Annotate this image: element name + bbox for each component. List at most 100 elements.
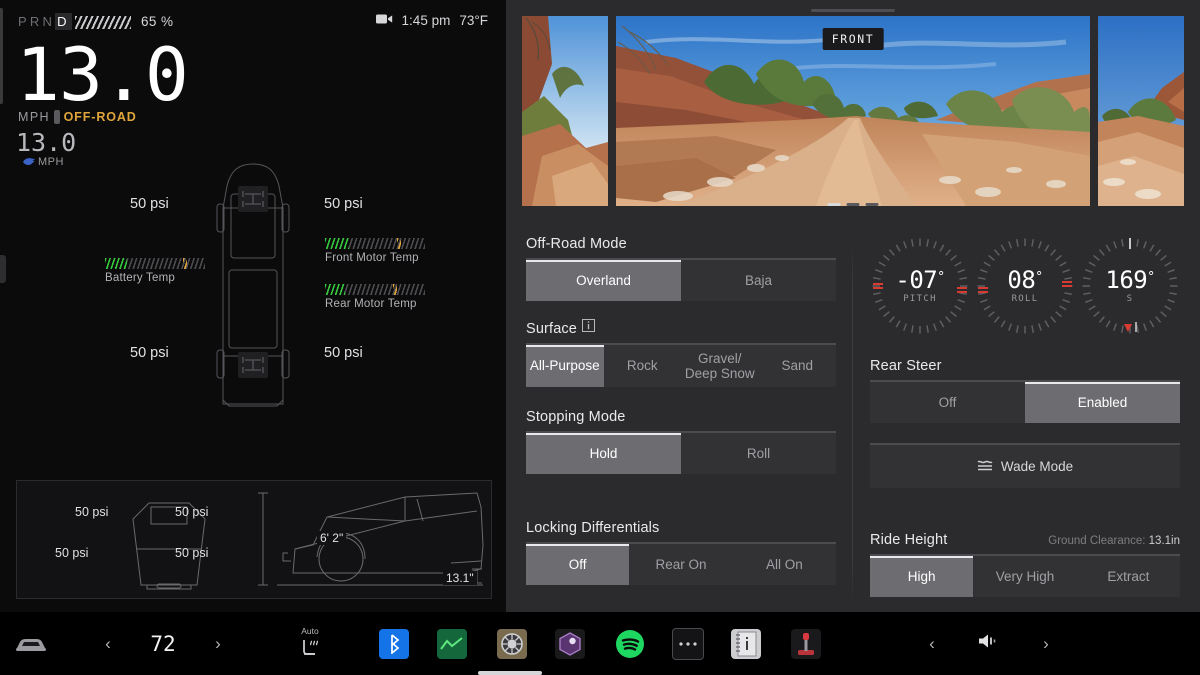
spotify-app-icon[interactable] — [606, 612, 654, 675]
chevron-left-icon: ‹ — [105, 633, 111, 653]
speed-readout: 13.0 — [16, 33, 189, 118]
offroad-mode-option-overland[interactable]: Overland — [526, 260, 681, 301]
ride-height-header: Ride Height Ground Clearance: 13.1in — [870, 532, 1180, 548]
cabin-temp-value[interactable]: 72 — [130, 612, 196, 675]
right-camera-thumbnail[interactable] — [1098, 16, 1184, 206]
camera-view-label: FRONT — [822, 28, 884, 50]
vehicle-height-label: 6' 2" — [317, 531, 347, 545]
dashcam-icon[interactable] — [375, 13, 393, 28]
stopping-mode-title: Stopping Mode — [526, 409, 626, 425]
rear-steer-title: Rear Steer — [870, 358, 942, 374]
panel-tire-rear-left: 50 psi — [55, 546, 89, 560]
tire-pressure-front-left: 50 psi — [130, 196, 169, 212]
drive-mode-badge: OFF-ROAD — [63, 110, 137, 124]
surface-option-sand[interactable]: Sand — [759, 345, 837, 387]
battery-temp-label: Battery Temp — [105, 272, 175, 284]
locking-diff-option-all-on[interactable]: All On — [733, 544, 836, 585]
attitude-gauges: -07° PITCH 08° ROLL 169° S — [870, 236, 1180, 336]
surface-segmented[interactable]: All-Purpose Rock Gravel/ Deep Snow Sand — [526, 343, 837, 387]
left-camera-thumbnail[interactable] — [522, 16, 608, 206]
stopping-mode-option-hold[interactable]: Hold — [526, 433, 681, 474]
surface-option-gravel-deep-snow[interactable]: Gravel/ Deep Snow — [681, 345, 759, 387]
media-next-button[interactable]: › — [1024, 612, 1068, 675]
seat-heater-button[interactable]: Auto — [284, 612, 336, 675]
taskbar: ‹ 72 › Auto ‹ › — [0, 612, 1200, 675]
pane-drag-handle[interactable] — [811, 9, 895, 12]
control-column-left: Off-Road Mode Overland Baja Surface All-… — [526, 236, 836, 585]
ground-clearance-prefix: Ground Clearance: — [1048, 535, 1146, 547]
status-bar-right: 1:45 pm 73°F — [375, 13, 488, 28]
battery-level-bar — [75, 16, 132, 29]
ride-height-option-high[interactable]: High — [870, 556, 974, 597]
owners-manual-icon[interactable] — [722, 612, 770, 675]
more-apps-icon[interactable] — [664, 612, 712, 675]
front-motor-temp-fill — [325, 238, 349, 249]
carousel-dot-1[interactable] — [827, 203, 841, 206]
tire-pressure-rear-right: 50 psi — [324, 345, 363, 361]
rear-steer-option-off[interactable]: Off — [870, 382, 1025, 423]
camera-carousel[interactable]: FRONT — [506, 16, 1200, 206]
front-motor-temp-label: Front Motor Temp — [325, 252, 419, 264]
rear-steer-option-enabled[interactable]: Enabled — [1025, 382, 1180, 423]
car-icon[interactable] — [6, 612, 56, 675]
speed-units-row: MPH · OFF-ROAD — [18, 110, 137, 124]
carousel-dot-2[interactable] — [846, 203, 860, 206]
wade-mode-button[interactable]: Wade Mode — [870, 443, 1180, 488]
surface-option-rock[interactable]: Rock — [604, 345, 682, 387]
cabin-temp-label: 72 — [150, 631, 176, 656]
separator-dot: · — [53, 110, 60, 124]
bluetooth-app-icon[interactable] — [370, 612, 418, 675]
ride-height-option-very-high[interactable]: Very High — [973, 556, 1076, 597]
cluster-edge-tab — [0, 255, 6, 283]
set-speed-row: MPH — [22, 156, 64, 170]
theater-app-icon[interactable] — [546, 612, 594, 675]
set-speed-units: MPH — [38, 156, 64, 168]
cybertruck-offroad-screen: PRN D 65 % 1:45 pm 73°F 13.0 MPH · OFF-ROAD… — [0, 0, 1200, 675]
arcade-app-icon[interactable] — [782, 612, 830, 675]
outside-temp-label: 73°F — [459, 13, 488, 28]
temp-down-button[interactable]: ‹ — [92, 612, 124, 675]
locking-diff-option-rear-on[interactable]: Rear On — [629, 544, 732, 585]
instrument-cluster: PRN D 65 % 1:45 pm 73°F 13.0 MPH · OFF-ROAD… — [0, 0, 506, 612]
ground-clearance-value: 13.1in — [1148, 535, 1180, 547]
gear-n: N — [42, 14, 56, 29]
set-speed-value: 13.0 — [16, 128, 77, 157]
ride-height-segmented[interactable]: High Very High Extract — [870, 554, 1180, 597]
water-wave-icon — [977, 459, 993, 474]
gear-indicator[interactable]: PRN D — [18, 13, 72, 30]
ride-height-title: Ride Height — [870, 532, 948, 548]
panel-tire-front-left: 50 psi — [75, 505, 109, 519]
chevron-left-icon: ‹ — [929, 633, 935, 653]
info-icon[interactable] — [582, 319, 596, 336]
rear-motor-temp-label: Rear Motor Temp — [325, 298, 417, 310]
media-prev-button[interactable]: ‹ — [910, 612, 954, 675]
camera-carousel-indicator[interactable] — [827, 203, 879, 206]
offroad-control-pane: FRONT Off-Road Mode Overland Baja Surfac… — [506, 0, 1200, 612]
stopping-mode-option-roll[interactable]: Roll — [681, 433, 836, 474]
tire-pressure-rear-left: 50 psi — [130, 345, 169, 361]
rear-steer-segmented[interactable]: Off Enabled — [870, 380, 1180, 423]
carousel-dot-3[interactable] — [865, 203, 879, 206]
temp-up-button[interactable]: › — [202, 612, 234, 675]
offroad-mode-option-baja[interactable]: Baja — [681, 260, 836, 301]
front-motor-temp-bar — [325, 238, 425, 249]
battery-temp-bar — [105, 258, 205, 269]
volume-button[interactable] — [966, 612, 1012, 675]
front-motor-temp-gauge: Front Motor Temp — [325, 238, 425, 264]
locking-diff-option-off[interactable]: Off — [526, 544, 630, 585]
home-indicator[interactable] — [478, 671, 542, 675]
ride-height-option-extract[interactable]: Extract — [1077, 556, 1180, 597]
panel-tire-front-right: 50 psi — [175, 505, 209, 519]
energy-app-icon[interactable] — [428, 612, 476, 675]
gear-r: R — [29, 14, 43, 29]
surface-option-all-purpose[interactable]: All-Purpose — [526, 345, 604, 387]
locking-differentials-segmented[interactable]: Off Rear On All On — [526, 542, 836, 585]
tire-app-icon[interactable] — [488, 612, 536, 675]
stopping-mode-segmented[interactable]: Hold Roll — [526, 431, 836, 474]
seat-auto-label: Auto — [301, 626, 319, 636]
offroad-mode-segmented[interactable]: Overland Baja — [526, 258, 836, 301]
battery-temp-fill — [105, 258, 127, 269]
front-camera-main[interactable]: FRONT — [616, 16, 1090, 206]
ride-height-dimensions-panel: 50 psi 50 psi 50 psi 50 psi 6' 2" 13.1" — [16, 480, 492, 599]
volume-icon — [977, 632, 1001, 655]
